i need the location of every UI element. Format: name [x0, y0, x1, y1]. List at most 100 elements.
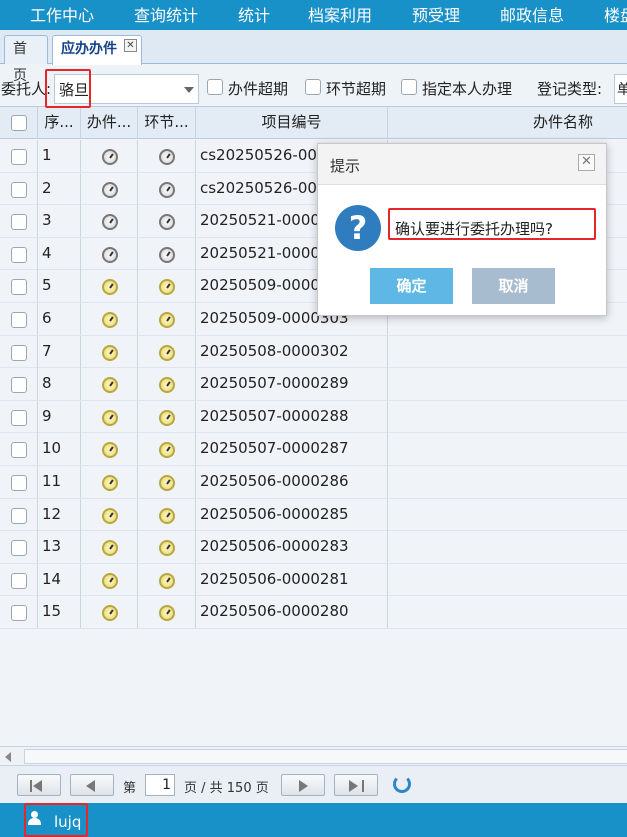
row-select-cell — [0, 172, 38, 205]
row-status-cell — [81, 466, 138, 498]
delegate-select[interactable]: 骆旦 — [54, 74, 199, 104]
page-total: 页 / 共 150 页 — [184, 781, 269, 796]
row-code-cell: 20250507-0000289 — [196, 368, 388, 401]
header-status[interactable]: 办件... — [81, 107, 138, 139]
table-row[interactable]: 13 20250506-0000283 — [0, 531, 627, 564]
table-row[interactable]: 9 20250507-0000288 — [0, 400, 627, 434]
row-name-cell — [388, 401, 627, 433]
table-row[interactable]: 14 20250506-0000281 — [0, 563, 627, 597]
clock-icon — [102, 246, 118, 263]
row-checkbox[interactable] — [11, 540, 27, 557]
chevron-down-icon[interactable] — [184, 87, 194, 93]
row-checkbox[interactable] — [11, 377, 27, 394]
row-step-cell — [138, 531, 196, 564]
refresh-icon[interactable] — [393, 775, 411, 793]
row-select-cell — [0, 205, 38, 238]
header-name[interactable]: 办件名称 — [388, 107, 627, 139]
row-checkbox[interactable] — [11, 475, 27, 491]
reg-type-select[interactable]: 单 — [614, 74, 627, 104]
horizontal-scrollbar[interactable] — [0, 746, 627, 766]
row-status-cell — [81, 433, 138, 466]
nav-item-postal-info[interactable]: 邮政信息 — [500, 2, 564, 26]
row-seq-cell: 1 — [38, 140, 81, 172]
clock-icon — [102, 442, 118, 459]
page-number-input[interactable]: 1 — [145, 774, 175, 796]
row-seq-cell: 13 — [38, 531, 81, 564]
row-checkbox[interactable] — [11, 279, 27, 296]
nav-item-archive[interactable]: 档案利用 — [308, 2, 372, 26]
scroll-left-icon[interactable] — [5, 752, 11, 762]
table-row[interactable]: 7 20250508-0000302 — [0, 335, 627, 369]
overdue-checkbox[interactable] — [207, 79, 223, 95]
nav-item-pre-acceptance[interactable]: 预受理 — [412, 2, 460, 26]
row-checkbox[interactable] — [11, 442, 27, 459]
step-overdue-checkbox[interactable] — [305, 79, 321, 95]
row-step-cell — [138, 172, 196, 205]
clock-icon — [159, 279, 175, 296]
pagination: 第 1 页 / 共 150 页 — [0, 766, 627, 803]
row-step-cell — [138, 498, 196, 531]
clock-icon — [159, 344, 175, 361]
table-row[interactable]: 15 20250506-0000280 — [0, 596, 627, 629]
tab-home[interactable]: 首页 — [4, 35, 48, 84]
assigned-self-checkbox[interactable] — [401, 79, 417, 95]
clock-icon — [159, 409, 175, 426]
tab-pending-cases[interactable]: 应办办件 ✕ — [52, 35, 142, 65]
row-status-cell — [81, 400, 138, 433]
row-checkbox[interactable] — [11, 507, 27, 524]
clock-icon — [159, 377, 175, 394]
first-page-button[interactable] — [17, 774, 61, 796]
user-icon — [27, 811, 41, 825]
cancel-button[interactable]: 取消 — [472, 268, 555, 304]
table-row[interactable]: 12 20250506-0000285 — [0, 498, 627, 532]
row-checkbox[interactable] — [11, 181, 27, 198]
confirm-button[interactable]: 确定 — [370, 268, 453, 304]
row-seq-cell: 6 — [38, 303, 81, 335]
row-select-cell — [0, 270, 38, 303]
close-icon[interactable]: ✕ — [124, 39, 137, 52]
clock-icon — [159, 572, 175, 589]
header-select-all[interactable] — [0, 107, 38, 139]
prev-page-button[interactable] — [70, 774, 114, 796]
row-seq-cell: 15 — [38, 596, 81, 629]
nav-item-work-center[interactable]: 工作中心 — [30, 2, 94, 26]
row-checkbox[interactable] — [11, 572, 27, 589]
nav-item-building[interactable]: 楼盘 — [604, 2, 627, 26]
clock-icon — [159, 475, 175, 491]
row-checkbox[interactable] — [11, 344, 27, 361]
row-status-cell — [81, 303, 138, 335]
table-row[interactable]: 11 20250506-0000286 — [0, 466, 627, 499]
row-checkbox[interactable] — [11, 409, 27, 426]
table-row[interactable]: 8 20250507-0000289 — [0, 368, 627, 401]
row-checkbox[interactable] — [11, 605, 27, 622]
row-checkbox[interactable] — [11, 312, 27, 328]
clock-icon — [102, 279, 118, 296]
row-seq-cell: 11 — [38, 466, 81, 498]
last-page-button[interactable] — [334, 774, 378, 796]
next-page-button[interactable] — [281, 774, 325, 796]
step-overdue-label: 环节超期 — [326, 80, 387, 98]
last-page-icon — [349, 780, 358, 792]
header-code[interactable]: 项目编号 — [196, 107, 388, 139]
dialog-close-icon[interactable]: ✕ — [578, 154, 595, 171]
nav-item-query-stats[interactable]: 查询统计 — [134, 2, 198, 26]
row-name-cell — [388, 433, 627, 465]
scrollbar-track[interactable] — [24, 749, 627, 764]
table-row[interactable]: 10 20250507-0000287 — [0, 433, 627, 466]
last-page-bar-icon — [362, 780, 364, 792]
select-all-checkbox[interactable] — [11, 115, 27, 131]
reg-type-label: 登记类型: — [537, 80, 603, 98]
row-step-cell — [138, 400, 196, 433]
clock-icon — [159, 442, 175, 459]
header-seq[interactable]: 序... — [38, 107, 81, 139]
row-select-cell — [0, 400, 38, 433]
row-seq-cell: 14 — [38, 563, 81, 596]
clock-icon — [102, 214, 118, 231]
row-checkbox[interactable] — [11, 246, 27, 263]
header-step[interactable]: 环节... — [138, 107, 196, 139]
nav-item-stats[interactable]: 统计 — [238, 2, 270, 26]
row-checkbox[interactable] — [11, 149, 27, 165]
next-page-icon — [299, 780, 308, 792]
assigned-self-label: 指定本人办理 — [422, 80, 513, 98]
row-checkbox[interactable] — [11, 214, 27, 231]
